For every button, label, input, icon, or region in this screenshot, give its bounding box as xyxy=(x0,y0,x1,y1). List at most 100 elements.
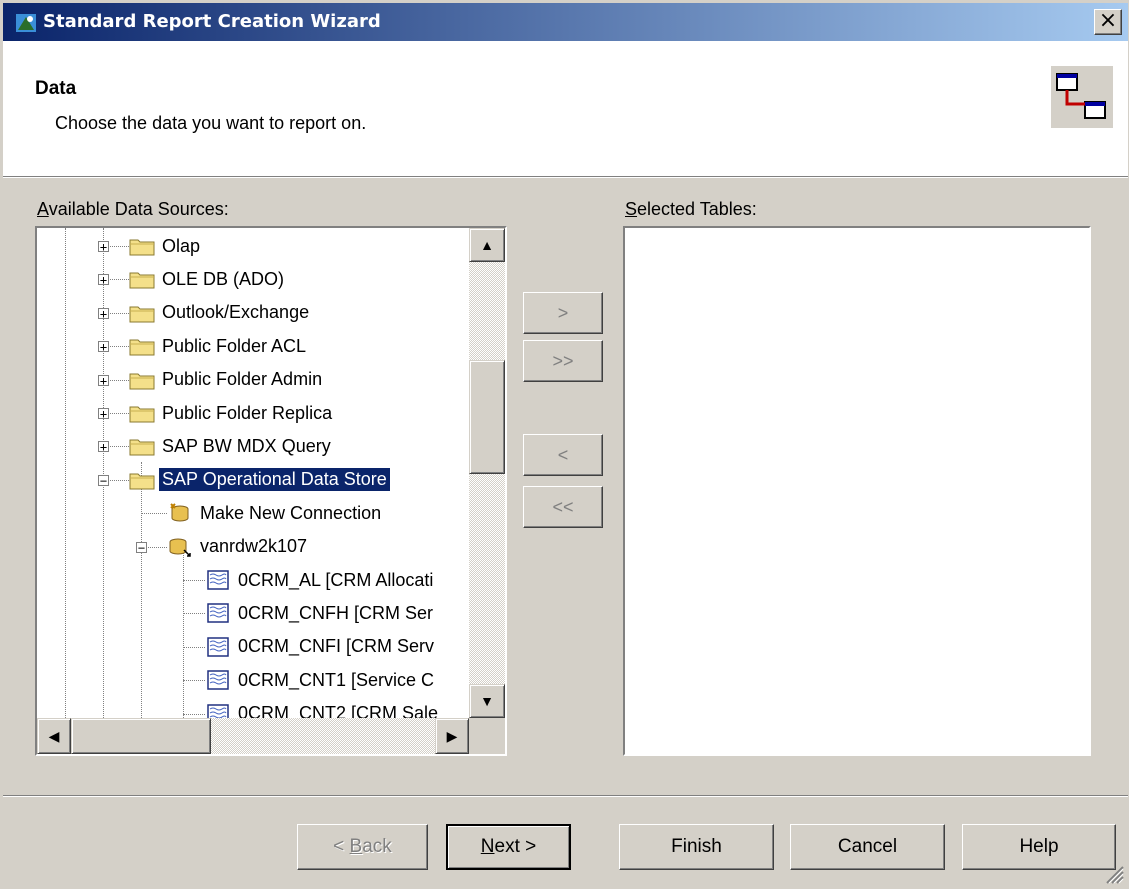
folder-icon xyxy=(129,403,155,423)
help-button[interactable]: Help xyxy=(962,824,1116,870)
tree-guide-line xyxy=(183,540,184,718)
hscroll-thumb[interactable] xyxy=(71,718,211,754)
tree-item-label: Public Folder Admin xyxy=(162,369,323,390)
close-button[interactable]: × xyxy=(1094,9,1122,35)
scroll-down-button[interactable]: ▼ xyxy=(469,684,505,718)
tree-connector xyxy=(183,580,205,581)
tree-item[interactable]: 0CRM_CNFI [CRM Serv xyxy=(205,633,437,661)
tree-item[interactable]: Outlook/Exchange xyxy=(129,299,312,327)
selected-tables-label: Selected Tables: xyxy=(625,199,757,219)
tree-item-label: 0CRM_CNFI [CRM Serv xyxy=(238,636,435,657)
finish-button[interactable]: Finish xyxy=(619,824,774,870)
tree-item[interactable]: 0CRM_CNFH [CRM Ser xyxy=(205,599,436,627)
folder-icon xyxy=(129,236,155,256)
tree-item[interactable]: Make New Connection xyxy=(167,499,384,527)
arrow-right-icon: ▶ xyxy=(446,728,458,744)
collapse-icon[interactable]: − xyxy=(98,474,109,487)
tree-connector xyxy=(183,680,205,682)
available-sources-label: Available Data Sources: xyxy=(37,199,229,219)
tree-item-label: SAP Operational Data Store xyxy=(158,467,391,493)
arrow-left-icon: ◀ xyxy=(48,728,60,744)
tree-item-label: Outlook/Exchange xyxy=(162,302,310,323)
table-icon xyxy=(205,670,231,690)
tree-guide-line xyxy=(103,228,104,718)
folder-icon xyxy=(129,303,155,323)
cancel-button[interactable]: Cancel xyxy=(790,824,945,870)
tree-item-label: 0CRM_CNT1 [Service C xyxy=(238,669,435,690)
wizard-app-icon xyxy=(16,14,36,32)
resize-grip-icon[interactable] xyxy=(1102,862,1124,884)
tree-connector xyxy=(183,713,205,715)
tree-horizontal-scrollbar[interactable]: ◀ ▶ xyxy=(37,718,469,754)
tree-item[interactable]: Public Folder Admin xyxy=(129,366,325,394)
tree-item-label: Olap xyxy=(162,235,201,256)
tree-guide-line xyxy=(141,462,142,718)
table-link-icon xyxy=(1051,66,1113,128)
table-icon xyxy=(205,570,231,590)
tree-item-label: 0CRM_CNFH [CRM Ser xyxy=(238,602,434,623)
arrow-down-icon: ▼ xyxy=(480,693,494,709)
scroll-up-button[interactable]: ▲ xyxy=(469,228,505,262)
tree-item-label: 0CRM_CNT2 [CRM Sale xyxy=(238,703,439,718)
selected-tables-list[interactable] xyxy=(623,226,1091,756)
tree-item-label: vanrdw2k107 xyxy=(200,536,308,557)
tree-item-label: SAP BW MDX Query xyxy=(162,435,331,456)
tree-viewport[interactable]: + Olap + OLE DB (ADO) + Outlook/Exchange + Publ… xyxy=(37,228,469,718)
tree-item-label: OLE DB (ADO) xyxy=(162,268,285,289)
new-connection-icon xyxy=(167,503,193,523)
page-subtitle: Choose the data you want to report on. xyxy=(55,113,367,133)
tree-item-label: 0CRM_AL [CRM Allocati xyxy=(238,569,434,590)
wizard-window: Standard Report Creation Wizard × Data C… xyxy=(0,0,1129,889)
tree-item[interactable]: 0CRM_CNT1 [Service C xyxy=(205,666,437,694)
folder-icon xyxy=(129,436,155,456)
wizard-header: Data Choose the data you want to report … xyxy=(3,41,1128,177)
scroll-corner xyxy=(469,718,505,754)
folder-icon xyxy=(129,269,155,289)
expand-icon[interactable]: + xyxy=(98,274,109,286)
tree-item-label: Public Folder Replica xyxy=(162,402,333,423)
folder-icon xyxy=(129,336,155,356)
next-button[interactable]: Next > xyxy=(446,824,571,870)
expand-icon[interactable]: + xyxy=(98,341,109,353)
folder-icon xyxy=(129,470,155,490)
scroll-thumb[interactable] xyxy=(469,360,505,474)
tree-item[interactable]: 0CRM_CNT2 [CRM Sale xyxy=(205,700,441,718)
table-icon xyxy=(205,703,231,718)
arrow-up-icon: ▲ xyxy=(480,237,494,253)
remove-button[interactable]: < xyxy=(523,434,603,476)
page-title: Data xyxy=(35,78,77,99)
tree-item[interactable]: vanrdw2k107 xyxy=(167,533,310,561)
back-button[interactable]: < Back xyxy=(297,824,428,870)
tree-item[interactable]: SAP Operational Data Store xyxy=(129,466,391,494)
expand-icon[interactable]: + xyxy=(98,408,109,420)
tree-connector xyxy=(141,513,167,515)
folder-icon xyxy=(129,370,155,390)
expand-icon[interactable]: + xyxy=(98,241,109,253)
tree-connector xyxy=(183,646,205,648)
tree-item[interactable]: SAP BW MDX Query xyxy=(129,432,334,460)
tree-item-label: Public Folder ACL xyxy=(162,335,307,356)
collapse-icon[interactable]: − xyxy=(136,541,147,554)
scroll-right-button[interactable]: ▶ xyxy=(435,718,469,754)
table-icon xyxy=(205,637,231,657)
tree-item[interactable]: Olap xyxy=(129,232,203,260)
expand-icon[interactable]: + xyxy=(98,307,109,320)
footer-divider-highlight xyxy=(3,796,1128,797)
tree-vertical-scrollbar[interactable]: ▲ ▼ xyxy=(469,228,505,718)
data-sources-tree[interactable]: + Olap + OLE DB (ADO) + Outlook/Exchange + Publ… xyxy=(35,226,507,756)
add-all-button[interactable]: >> xyxy=(523,340,603,382)
close-icon: × xyxy=(1098,8,1118,33)
tree-item[interactable]: 0CRM_AL [CRM Allocati xyxy=(205,566,436,594)
tree-connector xyxy=(183,613,205,615)
scroll-left-button[interactable]: ◀ xyxy=(37,718,71,754)
tree-item[interactable]: OLE DB (ADO) xyxy=(129,265,287,293)
table-icon xyxy=(205,603,231,624)
title-bar[interactable]: Standard Report Creation Wizard × xyxy=(3,3,1128,41)
tree-item[interactable]: Public Folder Replica xyxy=(129,399,335,427)
database-connection-icon xyxy=(167,537,193,557)
expand-icon[interactable]: + xyxy=(98,374,109,387)
add-button[interactable]: > xyxy=(523,292,603,334)
remove-all-button[interactable]: << xyxy=(523,486,603,528)
expand-icon[interactable]: + xyxy=(98,441,109,453)
tree-item[interactable]: Public Folder ACL xyxy=(129,332,309,360)
